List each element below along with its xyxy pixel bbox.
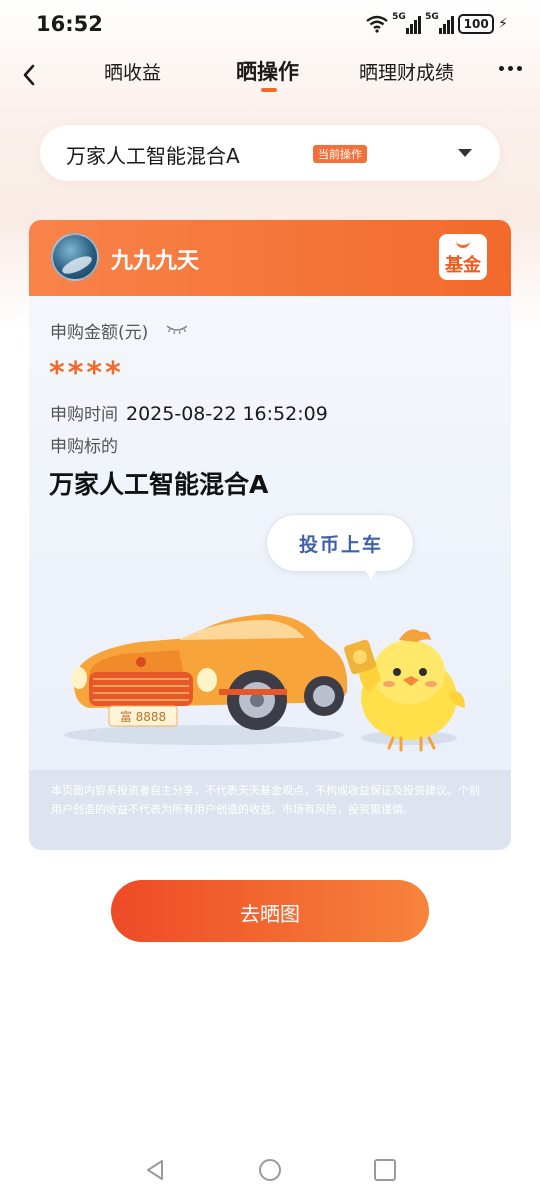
back-triangle-icon[interactable] xyxy=(143,1158,167,1182)
tab-share-performance[interactable]: 晒理财成绩 xyxy=(359,58,454,85)
system-navigation-bar xyxy=(0,1140,540,1200)
signal-label: 5G xyxy=(425,12,439,22)
status-time: 16:52 xyxy=(36,12,103,36)
target-label: 申购标的 xyxy=(50,437,118,457)
top-nav: 晒收益 晒操作 晒理财成绩 xyxy=(0,50,540,100)
battery-icon: 100 xyxy=(458,14,495,34)
share-image-label: 去晒图 xyxy=(240,902,300,926)
avatar xyxy=(51,233,99,281)
time-value: 2025-08-22 16:52:09 xyxy=(126,403,328,425)
status-bar: 16:52 5G 5G 100 ⚡ xyxy=(0,0,540,50)
speech-bubble: 投币上车 xyxy=(266,514,414,572)
time-label: 申购时间 xyxy=(50,405,118,425)
status-icons: 5G 5G 100 ⚡ xyxy=(366,12,508,36)
target-value: 万家人工智能混合A xyxy=(49,470,269,499)
logo-text: 基金 xyxy=(445,255,481,276)
charging-icon: ⚡ xyxy=(498,16,508,32)
chevron-left-icon xyxy=(23,64,35,86)
share-image-button[interactable]: 去晒图 xyxy=(111,880,429,942)
back-button[interactable] xyxy=(14,58,44,92)
fund-selector[interactable]: 万家人工智能混合A 当前操作 xyxy=(40,125,500,181)
home-circle-icon[interactable] xyxy=(258,1158,282,1182)
disclaimer: 本页面内容系投资者自主分享，不代表天天基金观点，不构成收益保证及投资建议。个别用… xyxy=(29,770,511,850)
more-dots-icon[interactable] xyxy=(499,66,522,71)
recents-square-icon[interactable] xyxy=(373,1158,397,1182)
purchase-time-row: 申购时间 2025-08-22 16:52:09 xyxy=(50,400,328,425)
fund-logo: 基金 xyxy=(439,234,487,280)
signal-icon: 5G xyxy=(392,12,422,34)
amount-value-masked: **** xyxy=(49,356,124,391)
license-plate-text: 富 8888 xyxy=(120,709,166,724)
bubble-tail xyxy=(363,567,379,579)
fund-name: 万家人工智能混合A xyxy=(66,144,240,168)
wifi-icon xyxy=(366,15,388,33)
current-operation-badge: 当前操作 xyxy=(313,145,367,163)
tab-share-earnings[interactable]: 晒收益 xyxy=(104,58,161,85)
card-header: 九九九天 基金 xyxy=(29,220,511,296)
username: 九九九天 xyxy=(111,249,200,274)
car-chick-illustration: 富 8888 xyxy=(64,614,465,752)
bubble-text: 投币上车 xyxy=(298,534,383,556)
tab-share-operations[interactable]: 晒操作 xyxy=(236,56,299,86)
amount-label: 申购金额(元) xyxy=(50,323,149,343)
signal-icon: 5G xyxy=(425,12,455,34)
caret-down-icon xyxy=(458,149,472,157)
active-tab-indicator xyxy=(261,88,277,92)
logo-mark-icon xyxy=(456,239,470,248)
signal-label: 5G xyxy=(392,12,406,22)
battery-level: 100 xyxy=(463,17,489,31)
eye-closed-icon[interactable] xyxy=(166,324,188,334)
share-card: 九九九天 基金 申购金额(元) **** 申购时间 2025-08-22 16:5… xyxy=(29,220,511,850)
